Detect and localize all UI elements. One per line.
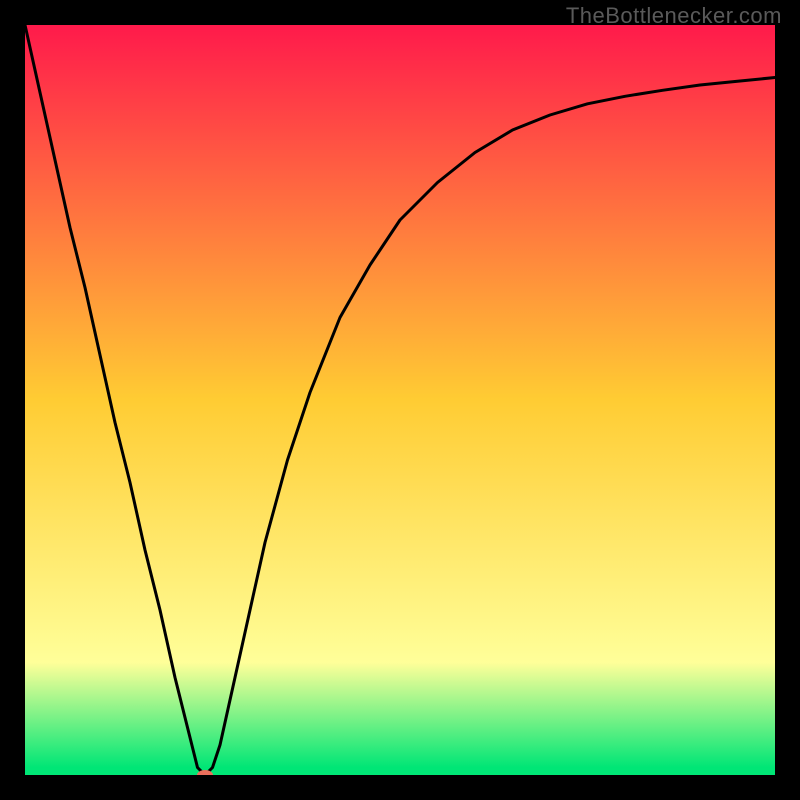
chart-svg xyxy=(25,25,775,775)
gradient-rect xyxy=(25,25,775,775)
watermark-text: TheBottlenecker.com xyxy=(566,3,782,29)
plot-area xyxy=(25,25,775,775)
chart-container: TheBottlenecker.com xyxy=(0,0,800,800)
